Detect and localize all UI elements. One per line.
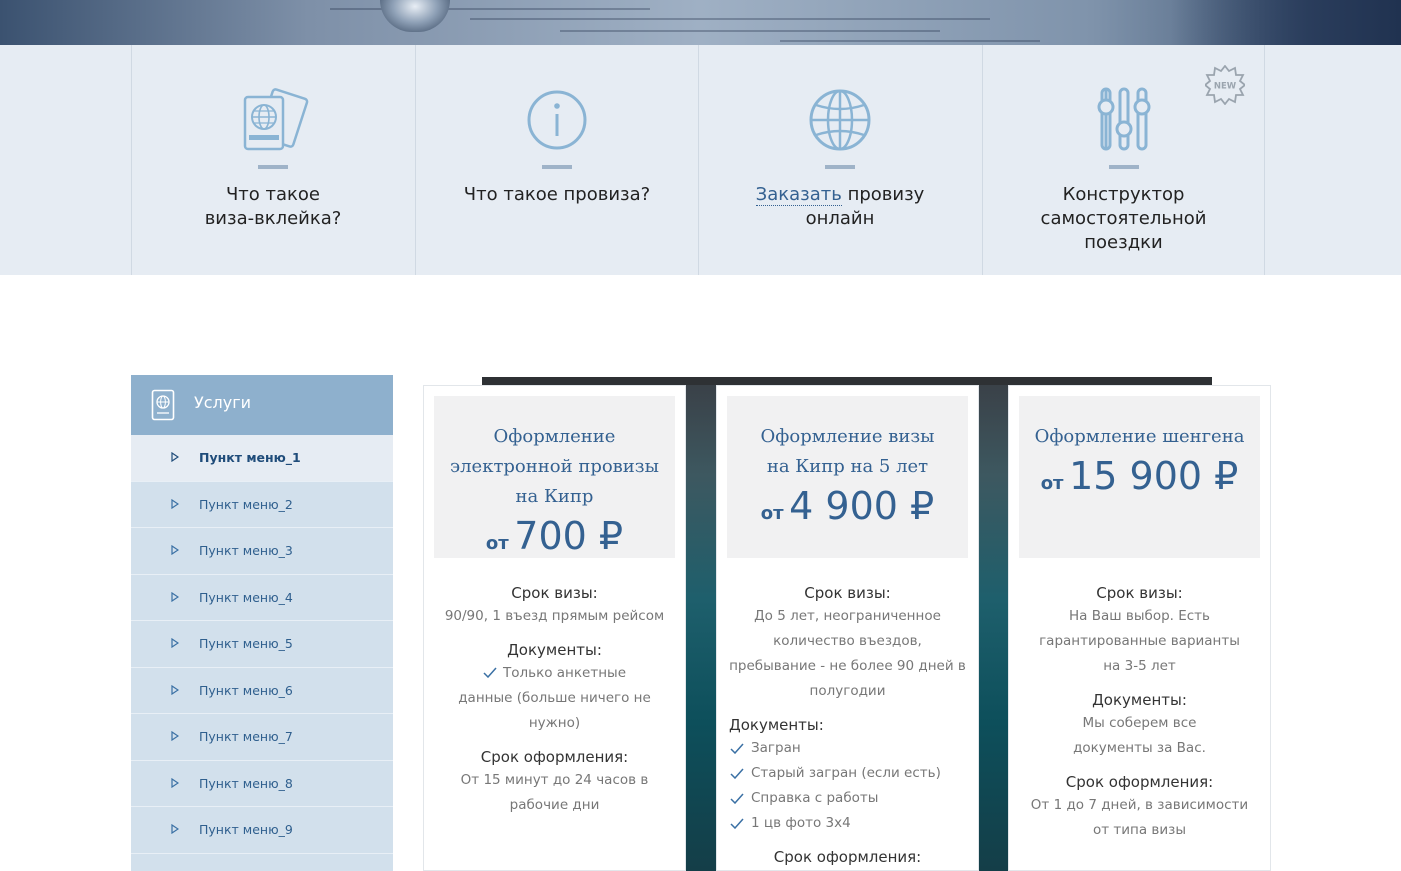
sidebar-item-label: Пункт меню_2	[199, 496, 293, 512]
card-price: от 700 ₽	[485, 514, 624, 558]
sidebar-item-8[interactable]: Пункт меню_8	[131, 761, 393, 807]
card-title: Оформление электронной провизы на Кипр	[450, 426, 659, 507]
sidebar-item-label: Пункт меню_5	[199, 636, 293, 651]
feature-what-is-provisa[interactable]: Что такое провиза?	[415, 45, 698, 275]
processing-value: От 15 минут до 24 часов в рабочие дни	[460, 772, 649, 813]
sidebar-item-6[interactable]: Пункт меню_6	[131, 668, 393, 714]
card-body: Срок визы: На Ваш выбор. Есть гарантиров…	[1017, 572, 1262, 843]
svg-text:NEW: NEW	[1214, 82, 1237, 92]
sidebar-item-5[interactable]: Пункт меню_5	[131, 621, 393, 668]
docs-item: 1 цв фото 3х4	[725, 811, 970, 836]
service-card-cyprus-5-years[interactable]: Оформление визы на Кипр на 5 лет от 4 90…	[716, 385, 979, 871]
feature-visa-sticker[interactable]: Что такое виза-вклейка?	[131, 45, 414, 275]
feature-trip-constructor[interactable]: NEW Конструктор самостоятельной поездки	[982, 45, 1265, 275]
term-label: Срок визы:	[804, 584, 891, 602]
sliders-icon	[1097, 87, 1150, 151]
sidebar-title: Услуги	[194, 393, 252, 412]
sidebar-header: Услуги	[131, 375, 393, 435]
card-header: Оформление визы на Кипр на 5 лет от 4 90…	[727, 396, 968, 558]
feature-title: Что такое провиза?	[463, 184, 651, 205]
docs-label: Документы:	[507, 641, 602, 659]
passport-icon	[151, 389, 175, 421]
docs-item: Справка с работы	[725, 786, 970, 811]
new-badge-icon: NEW	[1205, 65, 1245, 105]
sidebar-item-label: Пункт меню_3	[199, 543, 293, 558]
services-sidebar: Услуги Пункт меню_1 Пункт меню_2 Пункт м…	[131, 375, 393, 871]
check-icon	[730, 818, 744, 829]
sidebar-item-label: Пункт меню_7	[199, 729, 293, 744]
card-title: Оформление визы на Кипр на 5 лет	[760, 426, 935, 477]
sidebar-item-7[interactable]: Пункт меню_7	[131, 714, 393, 761]
feature-title: Конструктор самостоятельной поездки	[1040, 184, 1207, 253]
card-header: Оформление шенгена от 15 900 ₽	[1019, 396, 1260, 558]
term-label: Срок визы:	[511, 584, 598, 602]
sidebar-item-9[interactable]: Пункт меню_9	[131, 807, 393, 854]
sidebar-item-label: Пункт меню_4	[199, 589, 293, 605]
sidebar-item-label: Пункт меню_1	[199, 450, 301, 465]
sidebar-item-label: Пункт меню_6	[199, 682, 293, 698]
docs-value: Мы соберем все документы за Вас.	[1073, 715, 1206, 756]
term-label: Срок визы:	[1096, 584, 1183, 602]
triangle-right-icon	[171, 731, 179, 741]
check-icon	[730, 768, 744, 779]
term-value: До 5 лет, неограниченное количество въез…	[729, 608, 966, 699]
processing-label: Срок оформления:	[480, 748, 629, 766]
info-icon	[527, 90, 587, 150]
docs-label: Документы:	[729, 716, 824, 734]
processing-value: От 1 до 7 дней, в зависимости от типа ви…	[1030, 797, 1249, 838]
order-link[interactable]: Заказать	[755, 184, 842, 206]
triangle-right-icon	[171, 824, 179, 834]
triangle-right-icon	[171, 498, 179, 509]
docs-label: Документы:	[1092, 691, 1187, 709]
card-header: Оформление электронной провизы на Кипр о…	[434, 396, 675, 558]
triangle-right-icon	[171, 545, 179, 555]
feature-title: Что такое виза-вклейка?	[204, 184, 342, 229]
card-body: Срок визы: 90/90, 1 въезд прямым рейсом …	[432, 572, 677, 818]
feature-title: Заказать провизу онлайн	[755, 184, 925, 229]
docs-item: Только анкетные данные (больше ничего не…	[458, 665, 651, 731]
globe-icon	[809, 89, 871, 151]
triangle-right-icon	[171, 777, 179, 788]
sidebar-item-3[interactable]: Пункт меню_3	[131, 528, 393, 575]
sidebar-item-label: Пункт меню_9	[199, 822, 293, 837]
triangle-right-icon	[171, 591, 179, 602]
triangle-right-icon	[171, 638, 179, 648]
passport-icon	[243, 88, 309, 151]
term-value: На Ваш выбор. Есть гарантированные вариа…	[1039, 608, 1240, 674]
docs-item: Старый загран (если есть)	[725, 761, 970, 786]
features-strip: Что такое виза-вклейка? Что такое провиз…	[0, 45, 1401, 275]
card-price: от 4 900 ₽	[760, 484, 935, 528]
check-icon	[730, 743, 744, 754]
check-icon	[483, 667, 497, 679]
docs-item: Загран	[725, 736, 970, 761]
sidebar-item-2[interactable]: Пункт меню_2	[131, 482, 393, 528]
term-value: 90/90, 1 въезд прямым рейсом	[444, 608, 665, 624]
check-icon	[730, 793, 744, 804]
sidebar-item-1[interactable]: Пункт меню_1	[131, 435, 393, 482]
feature-order-provisa[interactable]: Заказать провизу онлайн	[698, 45, 981, 275]
docs-list: Загран Старый загран (если есть) Справка…	[725, 736, 970, 836]
card-title: Оформление шенгена	[1034, 426, 1245, 447]
card-body: Срок визы: До 5 лет, неограниченное коли…	[725, 572, 970, 868]
pen-image	[380, 0, 450, 32]
service-card-provisa[interactable]: Оформление электронной провизы на Кипр о…	[423, 385, 686, 871]
processing-label: Срок оформления:	[1065, 773, 1214, 791]
card-price: от 15 900 ₽	[1040, 454, 1239, 498]
hero-banner	[0, 0, 1401, 45]
service-card-schengen[interactable]: Оформление шенгена от 15 900 ₽ Срок визы…	[1008, 385, 1271, 871]
triangle-right-icon	[171, 684, 179, 695]
sidebar-item-4[interactable]: Пункт меню_4	[131, 575, 393, 621]
triangle-right-icon	[171, 452, 179, 462]
sidebar-item-label: Пункт меню_8	[199, 775, 293, 791]
processing-label: Срок оформления:	[773, 848, 922, 866]
